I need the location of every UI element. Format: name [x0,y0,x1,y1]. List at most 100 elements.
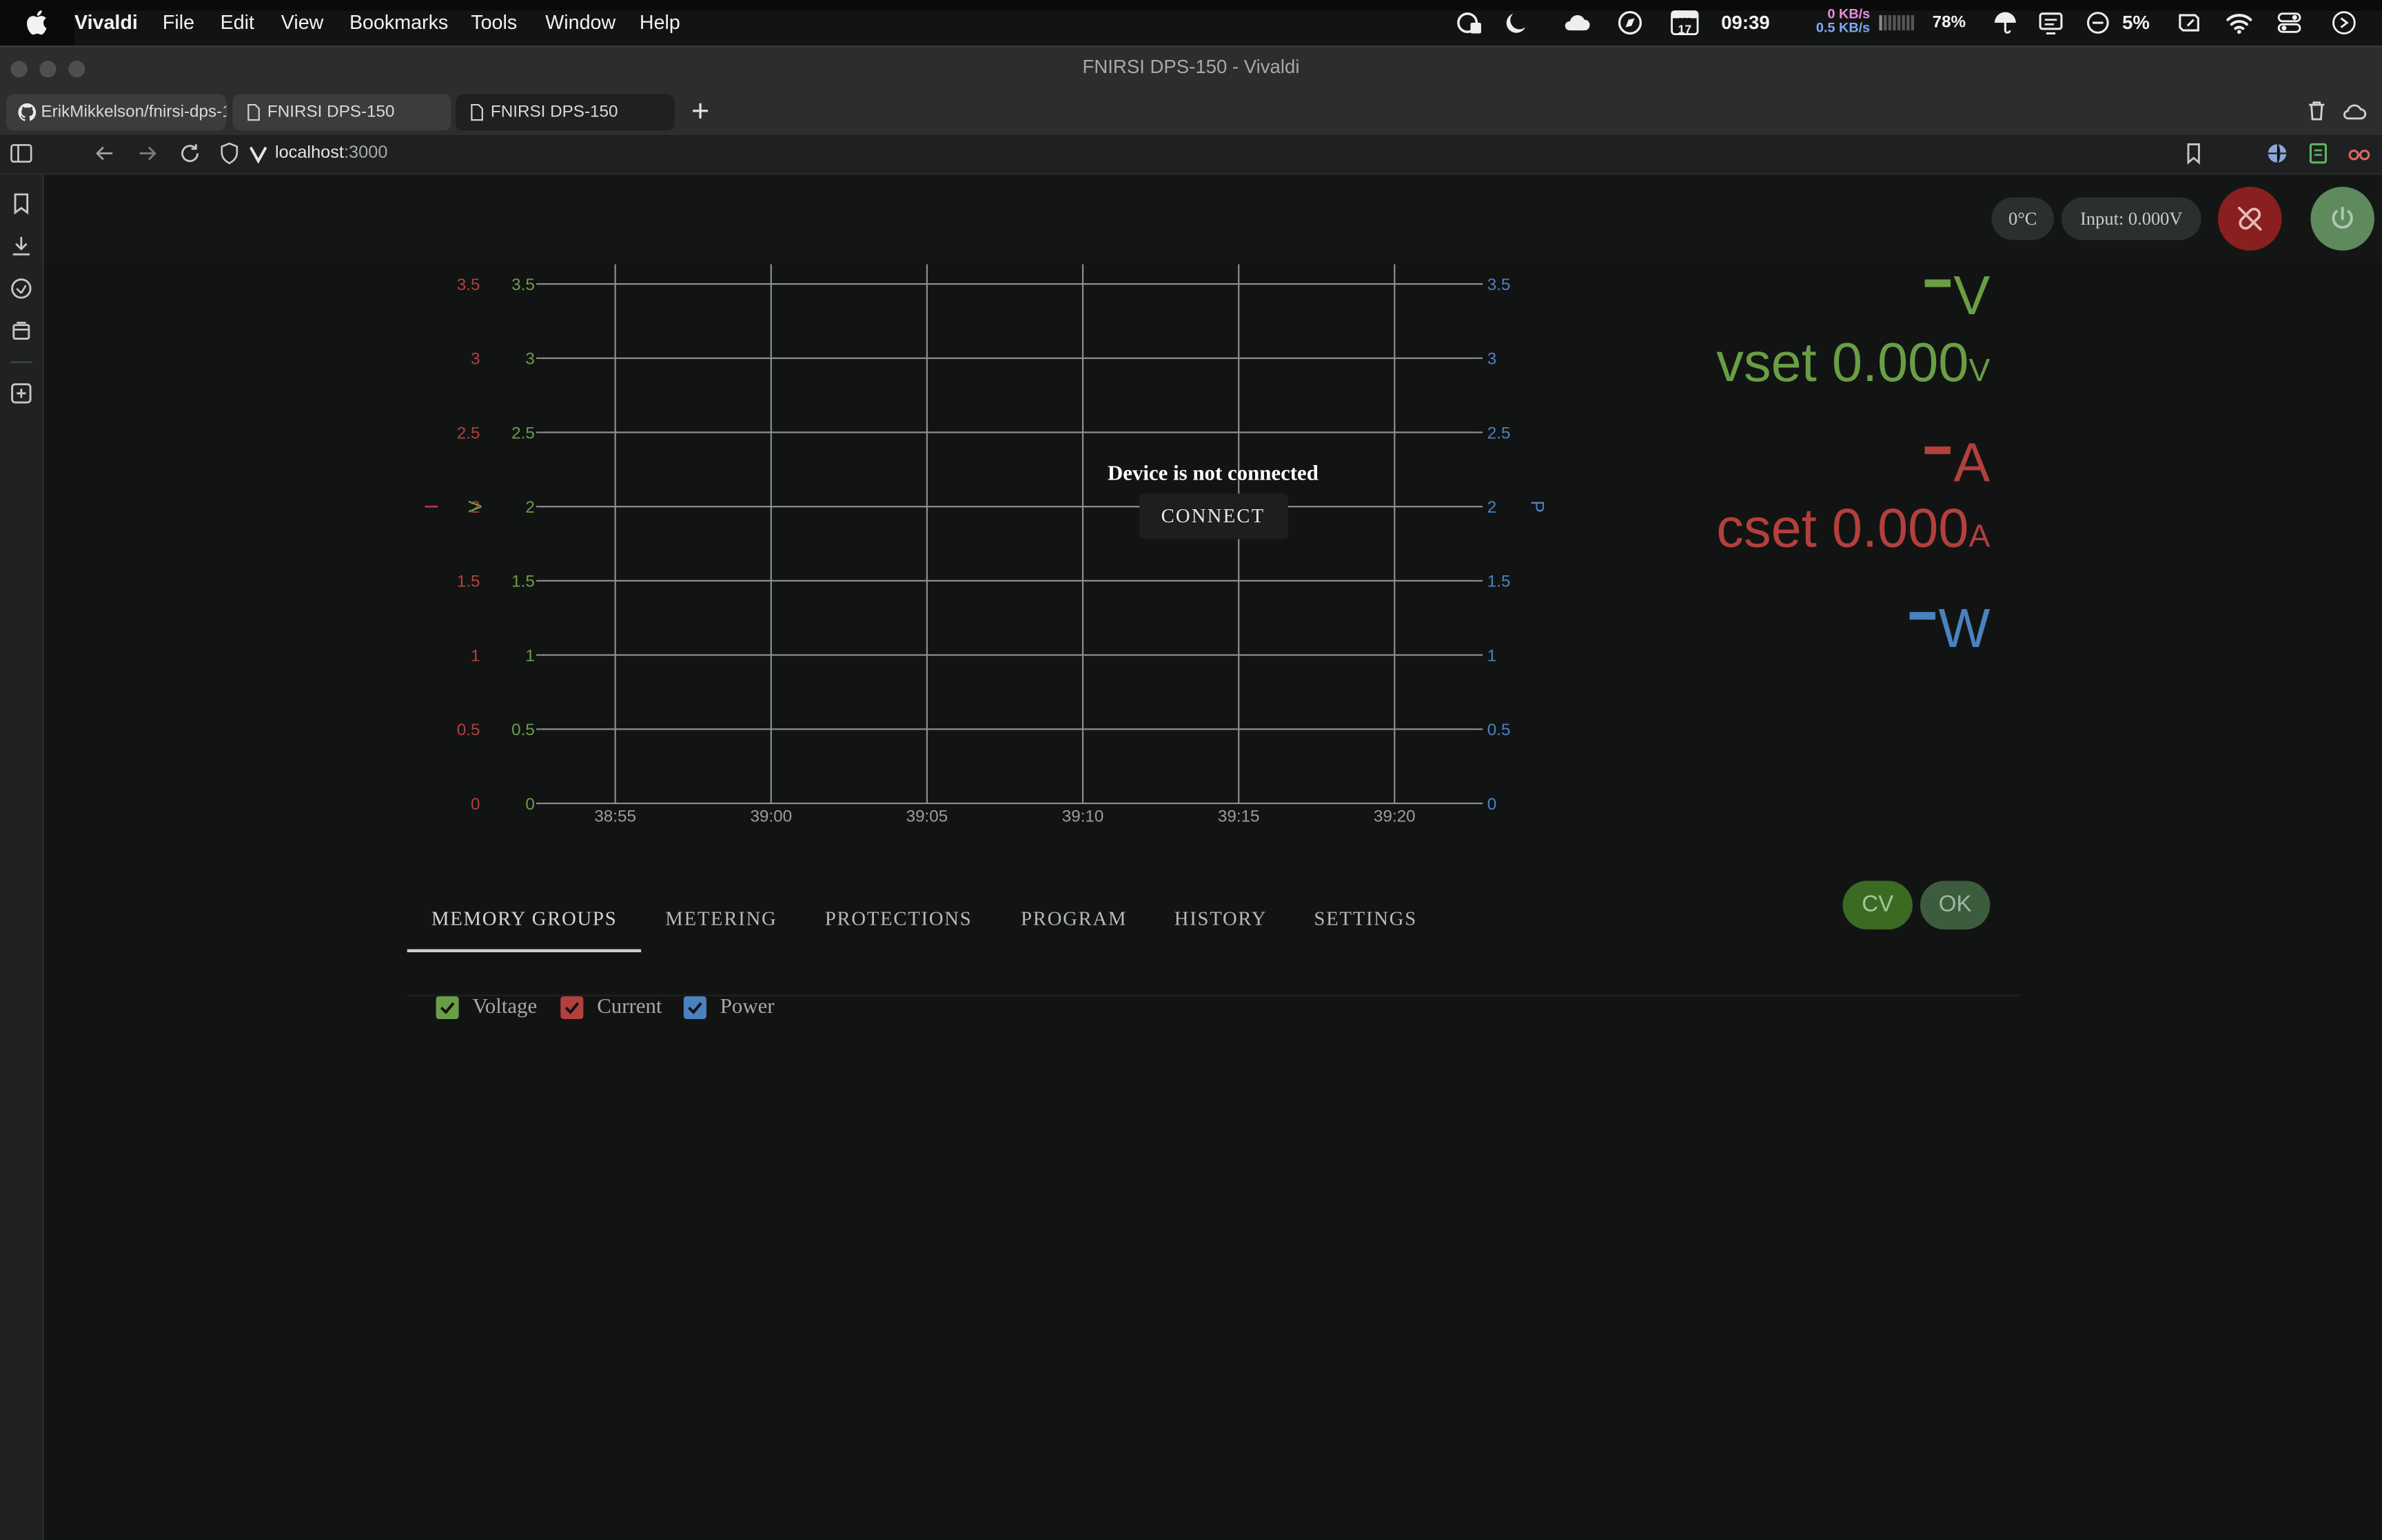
cset-value: cset 0.000 [1716,496,1969,559]
calendar-day: 17 [1678,23,1692,37]
display-icon[interactable] [2037,9,2065,37]
cloud-icon[interactable] [1562,9,1592,37]
compass-icon[interactable] [1616,9,1644,37]
cpu-percent[interactable]: 78% [1933,10,1966,34]
umbrella-icon[interactable] [1992,9,2019,37]
extension-globe-icon[interactable] [2265,141,2289,165]
url-host: localhost [274,144,344,163]
power-unit: W [1938,597,1991,659]
back-arrow-icon[interactable] [92,141,116,165]
tab-protections[interactable]: PROTECTIONS [825,893,973,951]
browser-tab-github[interactable]: ErikMikkelson/fnirsi-dps-150 [6,94,227,131]
x-tick-label: 39:20 [1374,807,1416,825]
new-tab-icon[interactable] [686,97,714,125]
input-voltage-pill: Input: 0.000V [2061,197,2201,240]
voltage-checkbox[interactable] [436,996,459,1019]
cset-unit: A [1968,519,1991,555]
tab-settings[interactable]: SETTINGS [1314,893,1417,951]
power-icon [2332,206,2353,229]
ok-status-badge: OK [1920,881,1991,930]
window-title: FNIRSI DPS-150 - Vivaldi [1082,56,1300,78]
moon-icon[interactable] [1504,9,1531,37]
bookmarks-panel-icon[interactable] [9,192,33,216]
siri-icon[interactable] [2330,9,2358,37]
battery-status-icon[interactable] [2084,9,2112,37]
y-tick-voltage: 1.5 [511,573,535,591]
cset-readout[interactable]: cset 0.000A [1716,496,1991,568]
trash-icon[interactable] [2305,99,2329,123]
y-tick-voltage: 3.5 [511,276,535,294]
menu-tools[interactable]: Tools [471,10,517,34]
sync-cloud-icon[interactable] [2341,99,2368,123]
reload-icon[interactable] [178,141,202,165]
y-tick-current: 1.5 [457,573,480,591]
checkmark-icon [688,1002,702,1014]
y-tick-current: 0 [471,795,480,814]
y-tick-voltage: 2.5 [511,424,535,442]
menu-view[interactable]: View [281,10,324,34]
history-panel-icon[interactable] [9,276,33,300]
extension-glasses-icon[interactable] [2347,141,2371,165]
tab-metering[interactable]: METERING [665,893,777,951]
bookmark-icon[interactable] [2181,141,2206,165]
x-tick-label: 39:15 [1218,807,1260,825]
menu-window[interactable]: Window [545,10,615,34]
menu-bookmarks[interactable]: Bookmarks [349,10,448,34]
apple-icon[interactable] [26,9,47,35]
app-content: 0°C Input: 0.000V 0 0 0 0.5 0.5 0.5 1 1 1 1.5 1.5 1… [43,174,2382,1540]
connection-toggle-button[interactable] [2217,187,2282,251]
y-tick-power: 3.5 [1487,276,1511,294]
url-port: :3000 [343,144,388,163]
browser-tab-fnirsi-1[interactable]: FNIRSI DPS-150 [232,94,451,131]
menu-file[interactable]: File [163,10,194,34]
panel-toggle-icon[interactable] [9,141,33,165]
tab-memory-groups[interactable]: MEMORY GROUPS [431,893,617,951]
document-icon [247,103,260,121]
power-checkbox[interactable] [683,996,706,1019]
temperature-pill: 0°C [1991,197,2054,240]
power-axis-label: P [1527,500,1548,513]
network-speed[interactable]: 0 KB/s 0.5 KB/s [1812,7,1871,35]
browser-tab-fnirsi-active[interactable]: FNIRSI DPS-150 [456,94,675,131]
add-web-panel-icon[interactable] [9,381,33,405]
menu-edit[interactable]: Edit [221,10,254,34]
downloads-panel-icon[interactable] [9,234,33,258]
x-tick-label: 39:05 [906,807,948,825]
net-down-text: 0.5 KB/s [1815,19,1871,35]
y-tick-current: 2.5 [457,424,480,442]
reading-list-panel-icon[interactable] [9,319,33,343]
window-titlebar: FNIRSI DPS-150 - Vivaldi [0,45,2382,90]
tab-program[interactable]: PROGRAM [1021,893,1127,951]
y-tick-power: 2.5 [1487,424,1511,442]
privacy-icon[interactable] [1456,9,1483,37]
github-icon [18,103,37,121]
extension-notes-icon[interactable] [2306,141,2330,165]
clock-text[interactable]: 09:39 [1721,10,1769,34]
y-tick-current: 1 [471,646,480,665]
y-tick-power: 1 [1487,646,1496,665]
voltage-unit: V [1953,264,1991,327]
menu-help[interactable]: Help [640,10,680,34]
y-tick-voltage: 3 [525,350,534,369]
current-checkbox[interactable] [560,996,584,1019]
link-off-icon [2237,207,2262,231]
y-tick-current: 3 [471,350,480,369]
wifi-icon[interactable] [2226,9,2253,37]
screen-mirror-icon[interactable] [2175,9,2203,37]
vset-readout[interactable]: vset 0.000V [1716,332,1990,402]
y-tick-voltage: 2 [525,498,534,517]
y-tick-power: 2 [1487,498,1496,517]
connect-button[interactable]: CONNECT [1138,493,1287,540]
shield-icon[interactable] [217,141,241,165]
legend-voltage-label: Voltage [472,996,538,1019]
forward-arrow-icon[interactable] [135,141,159,165]
cpu-graph-icon[interactable] [1877,9,1917,37]
output-power-button[interactable] [2310,187,2374,251]
vivaldi-side-panel [0,174,44,1540]
current-readout: A [1924,432,1990,493]
url-display[interactable]: localhost:3000 [275,143,387,164]
battery-percent[interactable]: 5% [2122,10,2150,34]
control-center-icon[interactable] [2276,9,2303,37]
browser-tab-label: ErikMikkelson/fnirsi-dps-150 [41,103,227,122]
tab-history[interactable]: HISTORY [1174,893,1267,951]
